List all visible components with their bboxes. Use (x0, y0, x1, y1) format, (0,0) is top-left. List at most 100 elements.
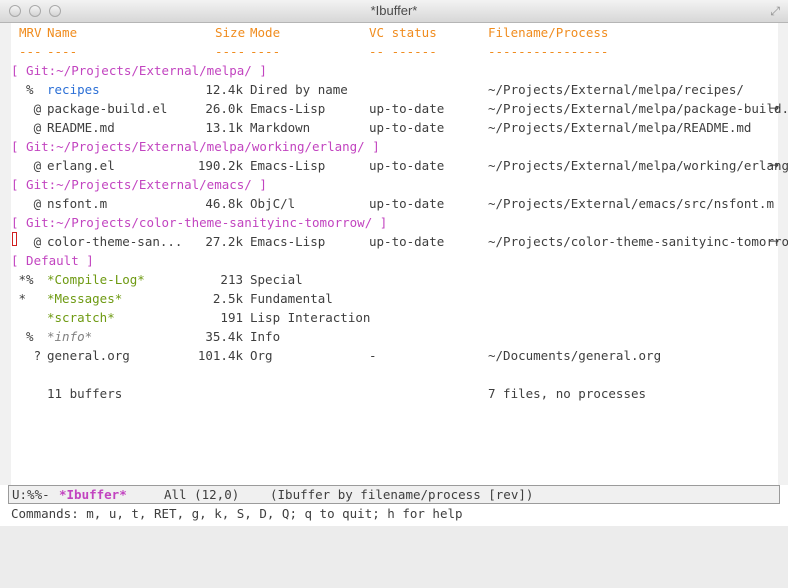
buffer-size: 191 (220, 310, 243, 325)
buffer-mode: Org (250, 348, 273, 363)
buffer-name[interactable]: *Compile-Log* (47, 270, 145, 289)
buffer-count: 11 buffers (47, 386, 123, 401)
group-label[interactable]: [ Git:~/Projects/External/melpa/ ] (11, 61, 267, 80)
col-mode[interactable]: Mode (250, 23, 280, 42)
buffer-vc-status: up-to-date (369, 234, 445, 249)
underline-mode: ---- (250, 44, 281, 59)
buffer-name[interactable]: general.org (47, 346, 130, 365)
underline-vc: -- ------ (369, 44, 437, 59)
continuation-arrow-icon: → (769, 234, 780, 248)
buffer-mode: Emacs-Lisp (250, 101, 326, 116)
buffer-mode: Special (250, 272, 303, 287)
buffer-name[interactable]: color-theme-san... (47, 232, 182, 251)
buffer-filename: ~/Documents/general.org (488, 348, 662, 363)
buffer-mark: @ (11, 196, 42, 211)
buffer-mode: Markdown (250, 120, 311, 135)
buffer-vc-status: up-to-date (369, 120, 445, 135)
underline-mrv: --- (19, 44, 42, 59)
group-label[interactable]: [ Default ] (11, 251, 94, 270)
filter-group-header: [ Git:~/Projects/External/emacs/ ] (11, 175, 778, 194)
buffer-row[interactable]: ? general.org 101.4k Org - ~/Documents/genera… (11, 346, 778, 365)
buffer-mark: @ (11, 158, 42, 173)
fullscreen-icon[interactable]: ⤢ (770, 4, 780, 19)
buffer-mark: ? (11, 348, 42, 363)
buffer-size: 27.2k (205, 234, 243, 249)
underline-name: ---- (47, 44, 78, 59)
buffer-size: 2.5k (212, 291, 243, 306)
buffer-mark: @ (11, 101, 42, 116)
left-fringe (0, 23, 11, 485)
buffer-size: 26.0k (205, 101, 243, 116)
underline-file: ---------------- (488, 44, 609, 59)
buffer-mode: Dired by name (250, 82, 348, 97)
buffer-filename: ~/Projects/color-theme-sanityinc-tomorro… (488, 234, 788, 249)
group-label[interactable]: [ Git:~/Projects/External/melpa/working/… (11, 137, 380, 156)
buffer-size: 12.4k (205, 82, 243, 97)
buffer-mark: @ (11, 120, 42, 135)
buffer-name[interactable]: *scratch* (47, 308, 115, 327)
buffer-mark: @ (11, 234, 42, 249)
col-size[interactable]: Size (215, 23, 245, 42)
col-filename[interactable]: Filename/Process (488, 23, 608, 42)
buffer-mark: *% (11, 272, 34, 287)
buffer-name[interactable]: README.md (47, 118, 115, 137)
buffer-vc-status: up-to-date (369, 158, 445, 173)
buffer-name[interactable]: recipes (47, 80, 100, 99)
group-label[interactable]: [ Git:~/Projects/External/emacs/ ] (11, 175, 267, 194)
buffer-mode: Emacs-Lisp (250, 234, 326, 249)
buffer-mark: % (11, 329, 34, 344)
mode-line: U:%%- *Ibuffer* All (12,0) (Ibuffer by f… (8, 485, 780, 504)
buffer-vc-status: up-to-date (369, 196, 445, 211)
buffer-mark: * (11, 291, 27, 306)
right-fringe (778, 23, 788, 485)
buffer-row[interactable]: @ package-build.el 26.0k Emacs-Lisp up-to-da… (11, 99, 788, 118)
continuation-arrow-icon: → (769, 158, 780, 172)
filter-group-header: [ Git:~/Projects/External/melpa/ ] (11, 61, 778, 80)
filter-group-header: [ Git:~/Projects/color-theme-sanityinc-t… (11, 213, 778, 232)
buffer-row[interactable]: @ erlang.el 190.2k Emacs-Lisp up-to-date ~/Pr… (11, 156, 788, 175)
buffer-mode: Info (250, 329, 281, 344)
buffer-size: 101.4k (197, 348, 243, 363)
buffer-size: 13.1k (205, 120, 243, 135)
underline-size: ---- (215, 44, 246, 59)
group-label[interactable]: [ Git:~/Projects/color-theme-sanityinc-t… (11, 213, 387, 232)
buffer-filename: ~/Projects/External/emacs/src/nsfont.m (488, 196, 774, 211)
buffer-row[interactable]: * *Messages* 2.5k Fundamental (11, 289, 778, 308)
buffer-size: 35.4k (205, 329, 243, 344)
ibuffer-content[interactable]: MRV Name Size Mode VC status Filename/Pr… (11, 23, 788, 485)
modeline-buffer-name[interactable]: *Ibuffer* (59, 486, 127, 503)
emacs-window: *Ibuffer* ⤢ MRV Name Size Mode VC status… (0, 0, 788, 526)
col-vc-status[interactable]: VC status (369, 23, 437, 42)
buffer-name[interactable]: package-build.el (47, 99, 167, 118)
buffer-row[interactable]: *% *Compile-Log* 213 Special (11, 270, 778, 289)
column-underline-row: --- ---- ---- ---- -- ------ -----------… (11, 42, 778, 61)
buffer-row[interactable]: @ color-theme-san... 27.2k Emacs-Lisp up-to-… (11, 232, 788, 251)
buffer-size: 190.2k (197, 158, 243, 173)
modeline-status: U:%%- (12, 487, 50, 502)
col-mrv[interactable]: MRV (19, 23, 42, 42)
echo-area: Commands: m, u, t, RET, g, k, S, D, Q; q… (11, 506, 463, 521)
buffer-name[interactable]: erlang.el (47, 156, 115, 175)
buffer-filename: ~/Projects/External/melpa/recipes/ (488, 82, 744, 97)
buffer-row[interactable]: % recipes 12.4k Dired by name ~/Projects/Ext… (11, 80, 778, 99)
buffer-size: 46.8k (205, 196, 243, 211)
buffer-row[interactable]: @ nsfont.m 46.8k ObjC/l up-to-date ~/Projects… (11, 194, 778, 213)
window-title: *Ibuffer* (370, 3, 418, 18)
buffer-filename: ~/Projects/External/melpa/README.md (488, 120, 752, 135)
buffer-name[interactable]: *info* (47, 327, 92, 346)
modeline-position: All (12,0) (164, 487, 240, 502)
col-name[interactable]: Name (47, 23, 77, 42)
buffer-mode: ObjC/l (250, 196, 296, 211)
buffer-row[interactable]: % *info* 35.4k Info (11, 327, 778, 346)
buffer-vc-status: up-to-date (369, 101, 445, 116)
buffer-row[interactable]: *scratch* 191 Lisp Interaction (11, 308, 778, 327)
buffer-filename: ~/Projects/External/melpa/working/erlang… (488, 158, 788, 173)
file-count: 7 files, no processes (488, 386, 647, 401)
buffer-mode: Emacs-Lisp (250, 158, 326, 173)
buffer-row[interactable]: @ README.md 13.1k Markdown up-to-date ~/Proje… (11, 118, 778, 137)
modeline-modes[interactable]: (Ibuffer by filename/process [rev]) (270, 486, 533, 503)
buffer-name[interactable]: *Messages* (47, 289, 122, 308)
buffer-name[interactable]: nsfont.m (47, 194, 107, 213)
summary-row: 11 buffers 7 files, no processes (11, 384, 778, 403)
title-bar: *Ibuffer* ⤢ (0, 0, 788, 23)
